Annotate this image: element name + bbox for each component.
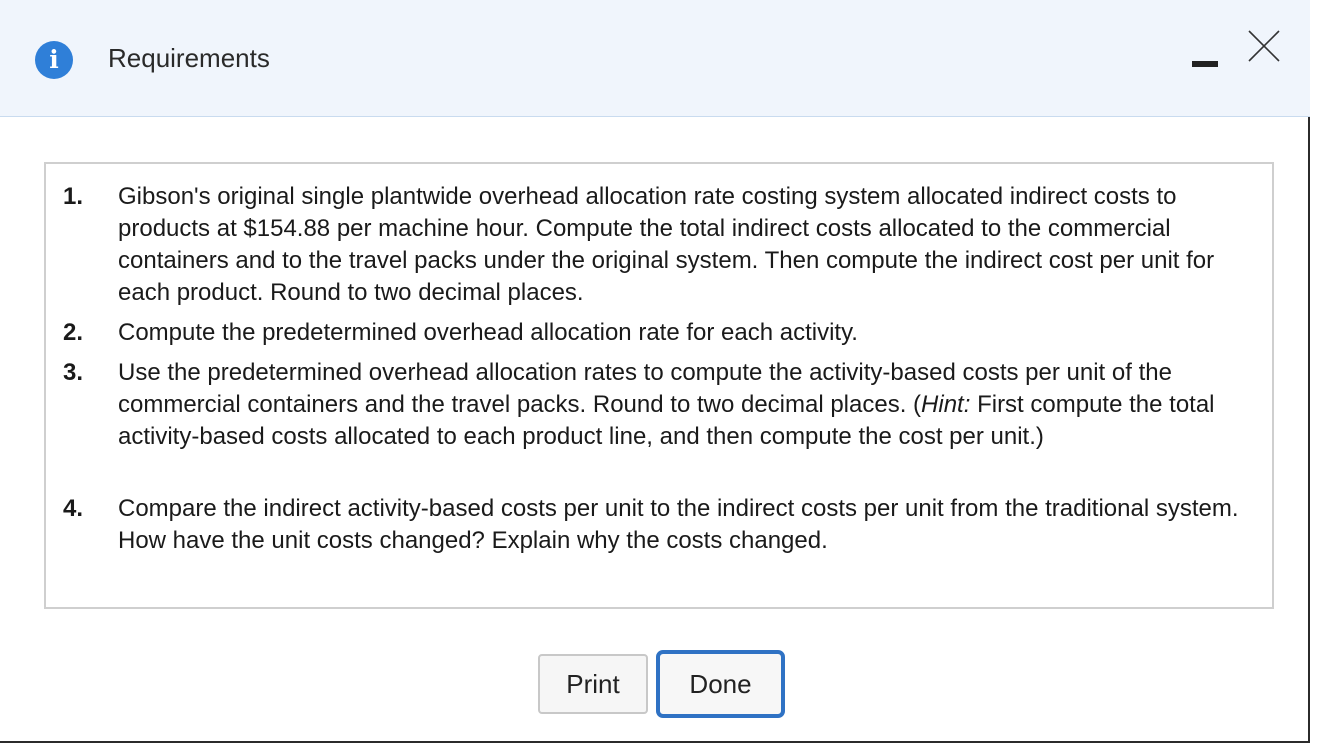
info-icon: i bbox=[35, 41, 73, 79]
dialog-title: Requirements bbox=[108, 43, 270, 73]
requirement-number: 1. bbox=[63, 183, 84, 210]
close-icon bbox=[1248, 30, 1280, 62]
close-button[interactable] bbox=[1246, 29, 1282, 63]
requirement-number: 2. bbox=[63, 319, 84, 346]
requirements-panel: 1. Gibson's original single plantwide ov… bbox=[44, 162, 1274, 609]
requirements-dialog: i Requirements 1. Gibson's original sing… bbox=[0, 0, 1310, 743]
requirement-text: Compare the indirect activity-based cost… bbox=[118, 495, 1239, 554]
requirement-number: 3. bbox=[63, 359, 84, 386]
requirement-number: 4. bbox=[63, 495, 84, 522]
dialog-header: i Requirements bbox=[0, 0, 1310, 117]
print-button[interactable]: Print bbox=[538, 654, 648, 714]
minimize-button[interactable] bbox=[1184, 40, 1228, 84]
requirement-text: Compute the predetermined overhead alloc… bbox=[118, 319, 858, 346]
requirement-text: Use the predetermined overhead allocatio… bbox=[118, 357, 1253, 453]
hint-label: Hint: bbox=[921, 391, 971, 418]
done-button[interactable]: Done bbox=[656, 650, 785, 718]
minimize-icon bbox=[1192, 61, 1218, 67]
requirement-text: Gibson's original single plantwide overh… bbox=[118, 183, 1215, 306]
